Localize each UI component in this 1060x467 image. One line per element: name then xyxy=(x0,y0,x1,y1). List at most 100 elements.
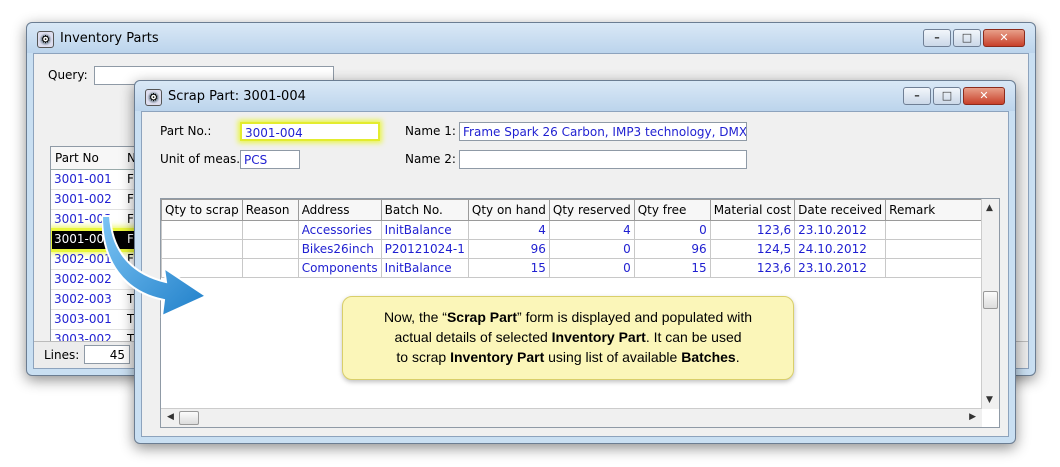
callout-bold: Scrap Part xyxy=(446,309,518,325)
address-cell: Accessories xyxy=(297,220,382,240)
col-batch-no[interactable]: Batch No. xyxy=(380,199,469,221)
scrap-part-window: ⚙ Scrap Part: 3001-004 – □ ✕ Part No.: 3… xyxy=(134,80,1016,444)
name2-label: Name 2: xyxy=(405,152,456,166)
table-row[interactable]: Accessories InitBalance 4 4 0 123,6 23.1… xyxy=(161,220,998,240)
free-cell: 0 xyxy=(633,220,711,240)
minimize-button[interactable]: – xyxy=(903,87,931,105)
close-icon: ✕ xyxy=(999,31,1009,44)
batch-cell: InitBalance xyxy=(380,220,469,240)
callout-line-1: Now, the “Scrap Part” form is displayed … xyxy=(343,307,793,327)
callout-text: . It can be used xyxy=(645,329,742,345)
name1-field[interactable]: Frame Spark 26 Carbon, IMP3 technology, … xyxy=(459,122,747,141)
maximize-icon: □ xyxy=(941,89,953,102)
col-address[interactable]: Address xyxy=(297,199,382,221)
address-cell: Components xyxy=(297,258,382,278)
app-gear-icon: ⚙ xyxy=(37,31,54,48)
reason-cell[interactable] xyxy=(241,258,299,278)
col-material-cost[interactable]: Material cost xyxy=(709,199,796,221)
callout-bold: Batches xyxy=(681,349,736,365)
remark-cell[interactable] xyxy=(885,258,998,278)
callout-text: Now, the “ xyxy=(383,309,447,325)
callout-text: . xyxy=(735,349,740,365)
reason-cell[interactable] xyxy=(241,220,299,240)
list-header-part-no: Part No xyxy=(55,151,99,165)
date-cell: 23.10.2012 xyxy=(794,258,887,278)
scroll-left-icon[interactable]: ◀ xyxy=(167,412,174,422)
minimize-button[interactable]: – xyxy=(923,29,951,47)
part-no-cell: 3001-001 xyxy=(54,172,112,186)
col-qty-reserved[interactable]: Qty reserved xyxy=(548,199,635,221)
maximize-button[interactable]: □ xyxy=(953,29,981,47)
cost-cell: 123,6 xyxy=(709,220,796,240)
maximize-icon: □ xyxy=(961,31,973,44)
close-button[interactable]: ✕ xyxy=(983,29,1025,47)
lines-label: Lines: xyxy=(44,348,80,362)
free-cell: 96 xyxy=(633,239,711,259)
name-cell: F xyxy=(127,172,134,186)
maximize-button[interactable]: □ xyxy=(933,87,961,105)
unit-field[interactable]: PCS xyxy=(240,150,300,169)
grid-hscrollbar[interactable]: ◀ ▶ xyxy=(161,408,982,427)
callout-bold: Inventory Part xyxy=(450,349,545,365)
on-hand-cell: 96 xyxy=(467,239,550,259)
minimize-icon: – xyxy=(914,89,920,102)
callout-text: using list of available xyxy=(544,349,682,365)
window-title: Inventory Parts xyxy=(60,31,159,46)
vscroll-thumb[interactable] xyxy=(983,291,998,309)
date-cell: 23.10.2012 xyxy=(794,220,887,240)
on-hand-cell: 4 xyxy=(467,220,550,240)
scroll-down-icon[interactable]: ▼ xyxy=(986,395,993,405)
col-remark[interactable]: Remark xyxy=(885,199,998,221)
close-icon: ✕ xyxy=(979,89,989,102)
cost-cell: 123,6 xyxy=(709,258,796,278)
unit-label: Unit of meas.: xyxy=(160,152,245,166)
grid-header-row: Qty to scrap Reason Address Batch No. Qt… xyxy=(161,199,998,221)
cost-cell: 124,5 xyxy=(709,239,796,259)
batches-table: Qty to scrap Reason Address Batch No. Qt… xyxy=(161,199,998,278)
table-row[interactable]: Bikes26inch P20121024-1 96 0 96 124,5 24… xyxy=(161,239,998,259)
date-cell: 24.10.2012 xyxy=(794,239,887,259)
minimize-icon: – xyxy=(934,31,940,44)
hscroll-thumb[interactable] xyxy=(179,411,199,425)
close-button[interactable]: ✕ xyxy=(963,87,1005,105)
name2-field[interactable] xyxy=(459,150,747,169)
pointer-arrow-icon xyxy=(102,215,209,318)
remark-cell[interactable] xyxy=(885,239,998,259)
callout-bold: Inventory Part xyxy=(551,329,646,345)
scrap-part-client: Part No.: 3001-004 Unit of meas.: PCS Na… xyxy=(141,111,1009,437)
callout-line-2: actual details of selected Inventory Par… xyxy=(343,327,793,347)
callout-line-3: to scrap Inventory Part using list of av… xyxy=(343,347,793,367)
callout-text: ” form is displayed and populated with xyxy=(517,309,753,325)
batch-cell: InitBalance xyxy=(380,258,469,278)
scrap-part-titlebar[interactable]: ⚙ Scrap Part: 3001-004 – □ ✕ xyxy=(135,81,1015,111)
callout-text: actual details of selected xyxy=(394,329,552,345)
lines-count: 45 xyxy=(84,345,130,364)
reserved-cell: 0 xyxy=(548,258,635,278)
remark-cell[interactable] xyxy=(885,220,998,240)
part-no-label: Part No.: xyxy=(160,124,212,138)
window-title: Scrap Part: 3001-004 xyxy=(168,89,306,104)
col-date-received[interactable]: Date received xyxy=(794,199,887,221)
reserved-cell: 4 xyxy=(548,220,635,240)
info-callout: Now, the “Scrap Part” form is displayed … xyxy=(342,296,794,380)
callout-text: to scrap xyxy=(396,349,451,365)
scroll-up-icon[interactable]: ▲ xyxy=(986,203,993,213)
col-qty-free[interactable]: Qty free xyxy=(633,199,711,221)
free-cell: 15 xyxy=(633,258,711,278)
part-no-field[interactable]: 3001-004 xyxy=(240,122,380,141)
inventory-parts-titlebar[interactable]: ⚙ Inventory Parts – □ ✕ xyxy=(27,23,1035,53)
table-row[interactable]: Components InitBalance 15 0 15 123,6 23.… xyxy=(161,258,998,278)
address-cell: Bikes26inch xyxy=(297,239,382,259)
app-gear-icon: ⚙ xyxy=(145,89,162,106)
reason-cell[interactable] xyxy=(241,239,299,259)
col-reason[interactable]: Reason xyxy=(241,199,299,221)
batch-cell: P20121024-1 xyxy=(380,239,469,259)
query-label: Query: xyxy=(48,68,88,82)
grid-vscrollbar[interactable]: ▲ ▼ xyxy=(981,199,999,409)
name-cell: F xyxy=(127,192,134,206)
on-hand-cell: 15 xyxy=(467,258,550,278)
name1-label: Name 1: xyxy=(405,124,456,138)
scroll-right-icon[interactable]: ▶ xyxy=(969,412,976,422)
part-no-cell: 3001-002 xyxy=(54,192,112,206)
col-qty-on-hand[interactable]: Qty on hand xyxy=(467,199,550,221)
